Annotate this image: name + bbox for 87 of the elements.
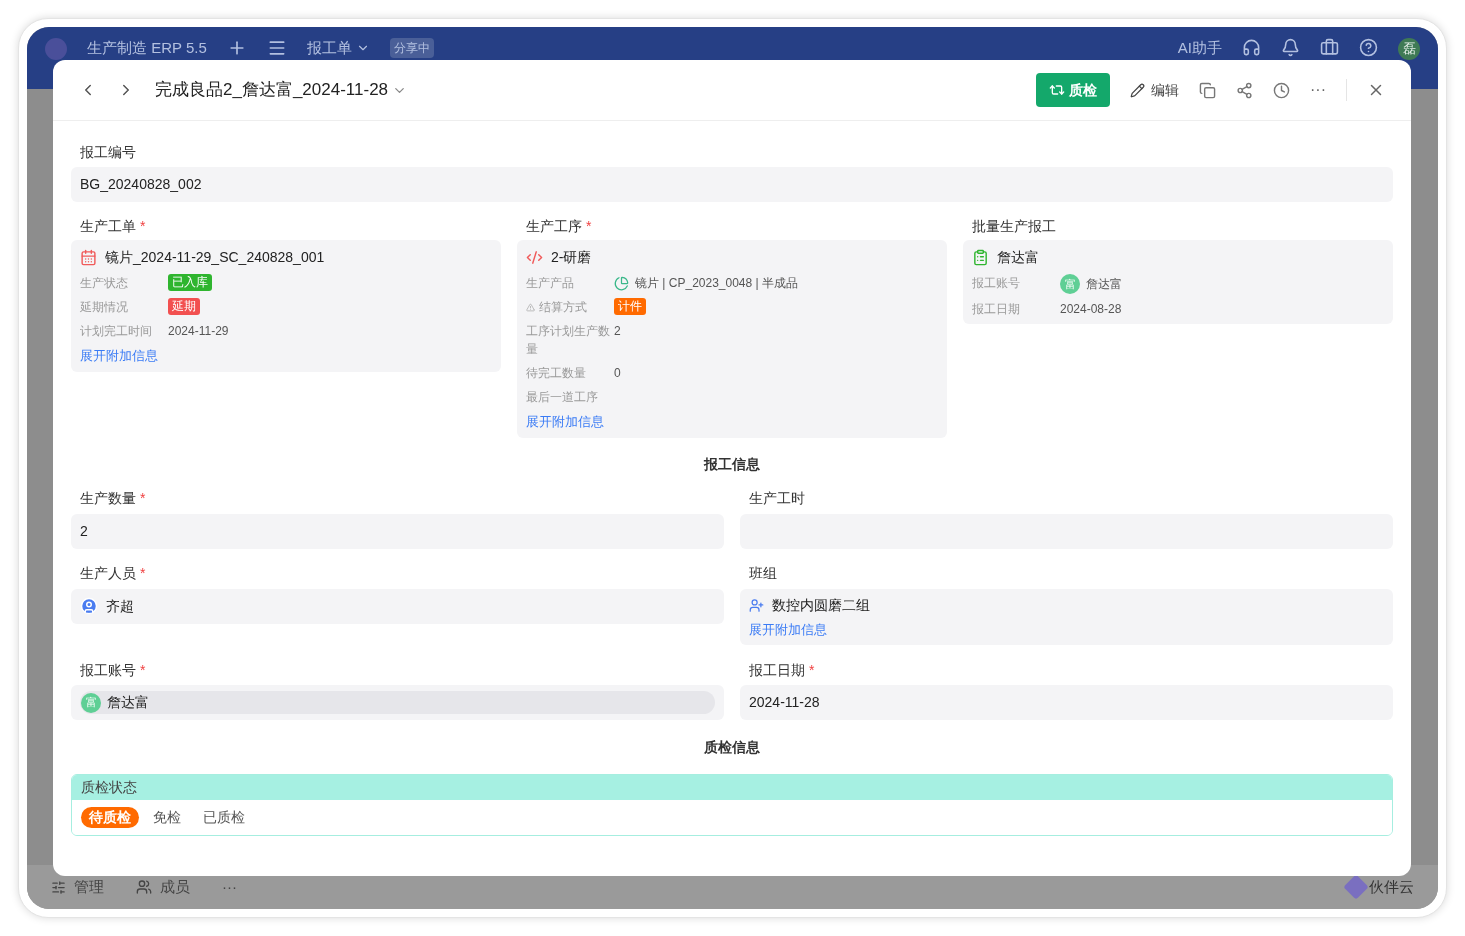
section-title: 报工信息 bbox=[704, 455, 760, 474]
detail-value: 2024-08-28 bbox=[1060, 301, 1122, 318]
detail-value: 2 bbox=[614, 323, 621, 340]
copy-icon[interactable] bbox=[1199, 81, 1216, 99]
record-title: 詹达富 bbox=[997, 247, 1039, 267]
expand-link[interactable]: 展开附加信息 bbox=[526, 412, 604, 432]
field-label: 班组 bbox=[749, 564, 777, 583]
detail-label: 计划完工时间 bbox=[80, 323, 152, 340]
members-link[interactable]: 成员 bbox=[160, 875, 190, 899]
section-title: 质检信息 bbox=[704, 737, 760, 757]
sliders-icon[interactable] bbox=[51, 879, 66, 895]
field-label: 报工编号 bbox=[80, 142, 136, 162]
user-avatar: 富 bbox=[1060, 274, 1080, 294]
required-asterisk: * bbox=[140, 660, 146, 680]
manage-link[interactable]: 管理 bbox=[74, 875, 104, 899]
field-label: 生产数量 bbox=[80, 489, 136, 508]
record-title: 镜片_2024-11-29_SC_240828_001 bbox=[105, 247, 325, 267]
detail-label: 工序计划生产数量 bbox=[526, 323, 611, 358]
required-asterisk: * bbox=[140, 216, 146, 236]
status-option[interactable]: 已质检 bbox=[195, 807, 253, 828]
required-asterisk: * bbox=[140, 489, 146, 508]
field-value: 2 bbox=[80, 521, 89, 541]
status-tag: 已入库 bbox=[168, 274, 212, 291]
pie-icon bbox=[614, 275, 629, 291]
code-icon bbox=[526, 248, 543, 266]
product-value: 镜片 | CP_2023_0048 | 半成品 bbox=[635, 275, 798, 292]
user-name: 詹达富 bbox=[1086, 276, 1122, 293]
detail-value: 0 bbox=[614, 365, 621, 382]
field-value: 2024-11-28 bbox=[749, 693, 821, 712]
field-label: 报工日期 bbox=[749, 660, 805, 680]
avatar[interactable]: 磊 bbox=[1398, 38, 1420, 60]
detail-label: 报工日期 bbox=[972, 301, 1020, 318]
required-asterisk: * bbox=[586, 216, 592, 236]
bell-icon[interactable] bbox=[1281, 38, 1300, 57]
clipboard-icon bbox=[972, 248, 989, 266]
briefcase-icon[interactable] bbox=[1320, 38, 1339, 57]
warning-icon bbox=[526, 303, 535, 312]
history-icon[interactable] bbox=[1273, 81, 1290, 99]
person-name: 齐超 bbox=[106, 596, 134, 616]
team-icon bbox=[749, 597, 764, 613]
record-title: 2-研磨 bbox=[551, 247, 592, 267]
app-title: 生产制造 ERP 5.5 bbox=[87, 38, 207, 58]
headset-icon[interactable] bbox=[1242, 38, 1261, 57]
calendar-icon bbox=[80, 248, 97, 266]
status-option[interactable]: 待质检 bbox=[81, 807, 139, 828]
status-tag: 计件 bbox=[614, 298, 646, 315]
field-label: 生产工序 bbox=[526, 216, 582, 236]
share-badge: 分享中 bbox=[389, 38, 434, 58]
field-label: 生产工单 bbox=[80, 216, 136, 236]
brand-name: 伙伴云 bbox=[1369, 876, 1414, 897]
detail-label: 生产状态 bbox=[80, 275, 128, 292]
user-chip: 富 詹达富 bbox=[80, 691, 715, 714]
detail-label: 报工账号 bbox=[972, 275, 1020, 292]
assistant-button[interactable]: AI助手 bbox=[1177, 38, 1222, 58]
detail-label: 待完工数量 bbox=[526, 365, 586, 382]
detail-value: 2024-11-29 bbox=[168, 323, 229, 340]
detail-label: 生产产品 bbox=[526, 275, 574, 292]
edit-button[interactable]: 编辑 bbox=[1130, 79, 1179, 101]
field-label: 生产工时 bbox=[749, 489, 805, 508]
members-icon[interactable] bbox=[136, 879, 152, 895]
expand-link[interactable]: 展开附加信息 bbox=[80, 346, 158, 366]
status-option[interactable]: 免检 bbox=[145, 807, 189, 828]
required-asterisk: * bbox=[809, 660, 815, 680]
swap-icon bbox=[1049, 82, 1065, 98]
record-heading: 完成良品2_詹达富_2024-11-28 bbox=[155, 79, 389, 102]
field-value: BG_20240828_002 bbox=[80, 175, 202, 194]
app-logo bbox=[45, 38, 67, 60]
pencil-icon bbox=[1130, 82, 1145, 98]
more-button[interactable]: ··· bbox=[222, 875, 237, 899]
field-label: 生产人员 bbox=[80, 564, 136, 583]
detail-label: 结算方式 bbox=[539, 299, 587, 316]
team-name: 数控内圆磨二组 bbox=[772, 595, 870, 615]
qc-button[interactable]: 质检 bbox=[1036, 73, 1110, 107]
expand-link[interactable]: 展开附加信息 bbox=[749, 619, 827, 639]
field-label: 质检状态 bbox=[81, 778, 137, 797]
detail-label: 延期情况 bbox=[80, 299, 128, 316]
more-button[interactable]: ··· bbox=[1310, 78, 1326, 102]
person-icon bbox=[80, 597, 98, 615]
help-icon[interactable] bbox=[1359, 38, 1378, 57]
status-tag: 延期 bbox=[168, 298, 200, 315]
user-avatar: 富 bbox=[81, 692, 101, 713]
view-dropdown[interactable]: 报工单 bbox=[306, 38, 370, 58]
share-icon[interactable] bbox=[1236, 81, 1253, 99]
detail-label: 最后一道工序 bbox=[526, 389, 598, 406]
field-label: 批量生产报工 bbox=[972, 216, 1056, 236]
field-label: 报工账号 bbox=[80, 660, 136, 680]
required-asterisk: * bbox=[140, 564, 146, 583]
